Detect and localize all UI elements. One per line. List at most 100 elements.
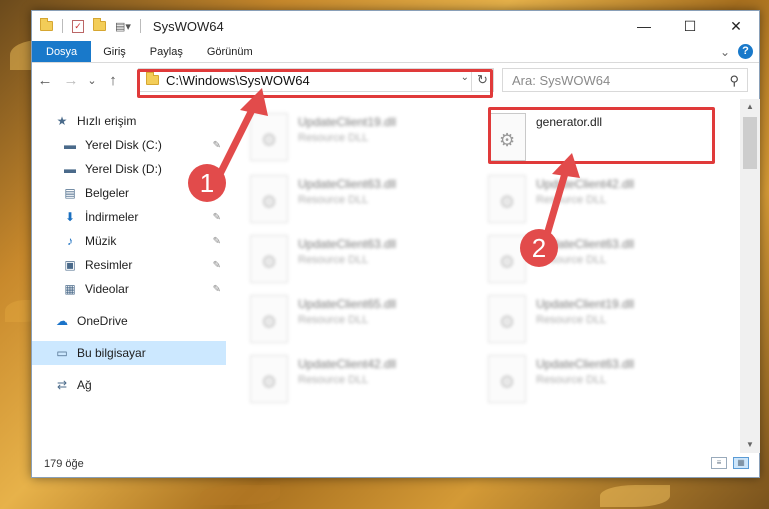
file-item[interactable]: UpdateClient42.dll Resource DLL xyxy=(466,171,696,227)
forward-button[interactable]: → xyxy=(58,72,84,89)
search-placeholder[interactable]: Ara: SysWOW64 xyxy=(512,73,610,88)
file-item[interactable]: UpdateClient19.dll Resource DLL xyxy=(228,109,458,165)
videos-icon: ▦ xyxy=(64,282,76,296)
network-icon: ⇄ xyxy=(56,378,68,392)
sidebar-item[interactable]: ⬇ İndirmeler ✎ xyxy=(32,205,226,229)
tab-view[interactable]: Görünüm xyxy=(195,41,265,62)
sidebar-item[interactable]: ★ Hızlı erişim xyxy=(32,109,226,133)
sidebar-item[interactable]: ▬ Yerel Disk (C:) ✎ xyxy=(32,133,226,157)
computer-icon: ▭ xyxy=(56,346,68,360)
navigation-pane: ★ Hızlı erişim ▬ Yerel Disk (C:) ✎ ▬ Yerel Dis… xyxy=(32,99,226,453)
star-icon: ★ xyxy=(56,114,68,128)
file-type: Resource DLL xyxy=(536,374,607,386)
documents-icon: ▤ xyxy=(64,186,76,200)
file-type: Resource DLL xyxy=(298,314,369,326)
file-type: Resource DLL xyxy=(536,194,607,206)
file-highlight-box xyxy=(488,107,715,164)
tab-share[interactable]: Paylaş xyxy=(138,41,195,62)
ribbon-tabs: Dosya Giriş Paylaş Görünüm ⌄ ? xyxy=(32,41,759,63)
back-button[interactable]: ← xyxy=(32,72,58,89)
pin-icon[interactable]: ✎ xyxy=(213,284,221,295)
search-icon[interactable]: ⚲ xyxy=(729,73,739,89)
window-controls: — ☐ ✕ xyxy=(621,11,759,41)
sidebar-item-label: Yerel Disk (C:) xyxy=(85,138,162,152)
background-leaf xyxy=(200,485,280,505)
dll-file-icon xyxy=(250,355,288,403)
up-button[interactable]: ↑ xyxy=(100,72,126,89)
downloads-icon: ⬇ xyxy=(64,210,76,224)
new-folder-icon[interactable] xyxy=(93,18,106,31)
sidebar-item-label: Müzik xyxy=(85,234,117,248)
drive-icon: ▬ xyxy=(64,162,76,176)
expand-ribbon-icon[interactable]: ⌄ xyxy=(720,45,730,59)
address-highlight-box xyxy=(137,69,493,98)
maximize-button[interactable]: ☐ xyxy=(667,11,713,41)
music-icon: ♪ xyxy=(67,234,73,248)
sidebar-item[interactable]: ⇄ Ağ xyxy=(32,373,226,397)
file-name: UpdateClient63.dll xyxy=(298,237,397,251)
dll-file-icon xyxy=(250,113,288,161)
quick-access-toolbar: ✓ ▤▾ xyxy=(40,18,141,33)
drive-icon: ▬ xyxy=(64,138,76,152)
file-name: UpdateClient19.dll xyxy=(536,297,635,311)
details-view-icon[interactable]: ≡ xyxy=(711,457,727,469)
file-type: Resource DLL xyxy=(298,254,369,266)
sidebar-item[interactable]: ▣ Resimler ✎ xyxy=(32,253,226,277)
scroll-up-icon[interactable]: ▲ xyxy=(740,99,760,115)
recent-locations-button[interactable]: ⌄ xyxy=(84,74,100,87)
minimize-button[interactable]: — xyxy=(621,11,667,41)
dll-file-icon xyxy=(488,295,526,343)
sidebar-item[interactable]: ♪ Müzik ✎ xyxy=(32,229,226,253)
divider xyxy=(62,19,63,33)
dll-file-icon xyxy=(250,175,288,223)
dll-file-icon xyxy=(488,175,526,223)
status-bar: 179 öğe ≡ ▦ xyxy=(32,451,759,477)
pin-icon[interactable]: ✎ xyxy=(213,236,221,247)
pin-icon[interactable]: ✎ xyxy=(213,260,221,271)
file-name: UpdateClient65.dll xyxy=(298,297,397,311)
sidebar-item-label: Resimler xyxy=(85,258,133,272)
file-name: UpdateClient63.dll xyxy=(536,357,635,371)
file-type: Resource DLL xyxy=(298,374,369,386)
file-type: Resource DLL xyxy=(298,132,369,144)
dll-file-icon xyxy=(250,295,288,343)
file-name: UpdateClient42.dll xyxy=(536,177,635,191)
customize-toolbar-icon[interactable]: ▤▾ xyxy=(115,20,131,33)
sidebar-item-label: OneDrive xyxy=(77,314,128,328)
sidebar-item-label: Hızlı erişim xyxy=(77,114,137,128)
folder-icon xyxy=(40,18,53,31)
item-count: 179 öğe xyxy=(44,458,84,470)
tiles-view-icon[interactable]: ▦ xyxy=(733,457,749,469)
file-name: UpdateClient63.dll xyxy=(298,177,397,191)
file-item[interactable]: UpdateClient63.dll Resource DLL xyxy=(228,231,458,287)
step-1-callout: 1 xyxy=(188,164,226,202)
pin-icon[interactable]: ✎ xyxy=(213,140,221,151)
file-name: UpdateClient42.dll xyxy=(298,357,397,371)
tab-home[interactable]: Giriş xyxy=(91,41,138,62)
file-item[interactable]: UpdateClient63.dll Resource DLL xyxy=(466,351,696,407)
pin-icon[interactable]: ✎ xyxy=(213,212,221,223)
file-item[interactable]: UpdateClient63.dllResource DLL xyxy=(228,171,458,227)
sidebar-item-label: İndirmeler xyxy=(85,210,139,224)
search-box[interactable]: Ara: SysWOW64 ⚲ xyxy=(502,68,748,92)
sidebar-item-label: Videolar xyxy=(85,282,129,296)
step-2-callout: 2 xyxy=(520,229,558,267)
file-item[interactable]: UpdateClient63.dllResource DLL xyxy=(466,231,696,287)
dll-file-icon xyxy=(488,355,526,403)
window-title: SysWOW64 xyxy=(152,18,224,34)
file-item[interactable]: UpdateClient19.dll Resource DLL xyxy=(466,291,696,347)
sidebar-item[interactable]: ☁ OneDrive xyxy=(32,309,226,333)
close-button[interactable]: ✕ xyxy=(713,11,759,41)
file-item[interactable]: UpdateClient65.dll Resource DLL xyxy=(228,291,458,347)
vertical-scrollbar[interactable]: ▲ ▼ xyxy=(740,99,760,453)
file-item[interactable]: UpdateClient42.dll Resource DLL xyxy=(228,351,458,407)
dll-file-icon xyxy=(250,235,288,283)
divider xyxy=(139,19,141,33)
sidebar-item[interactable]: ▦ Videolar ✎ xyxy=(32,277,226,301)
scroll-thumb[interactable] xyxy=(743,117,757,169)
tab-file[interactable]: Dosya xyxy=(32,41,92,62)
sidebar-item-label: Bu bilgisayar xyxy=(77,346,146,360)
properties-icon[interactable]: ✓ xyxy=(72,19,84,33)
sidebar-item[interactable]: ▭ Bu bilgisayar xyxy=(32,341,226,365)
help-icon[interactable]: ? xyxy=(738,44,753,59)
